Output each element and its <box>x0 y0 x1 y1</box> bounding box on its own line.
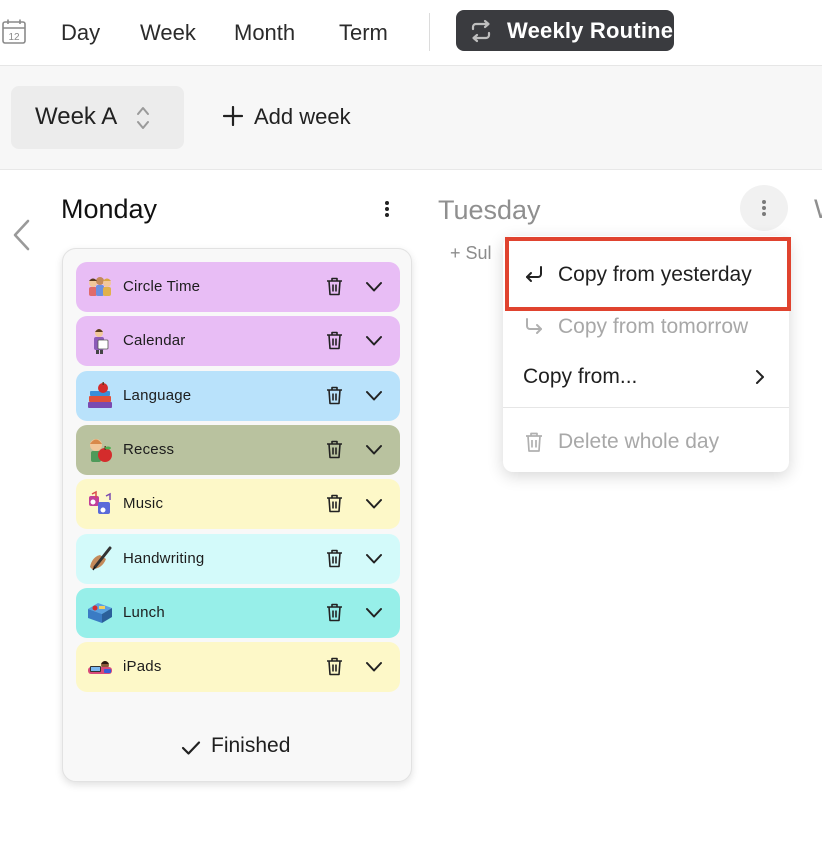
add-week-label: Add week <box>254 104 351 129</box>
week-toolbar: Week A Add week <box>0 66 822 170</box>
chevron-down-icon[interactable] <box>365 335 383 347</box>
up-down-chevron-icon <box>137 107 149 129</box>
subject-name: Circle Time <box>123 278 201 295</box>
copy-from-item[interactable]: Copy from... <box>503 354 789 400</box>
calendar-icon[interactable]: 12 <box>2 19 26 45</box>
children-group-icon <box>89 277 111 296</box>
teacher-calendar-icon <box>94 329 109 354</box>
copy-from-tomorrow-item[interactable]: Copy from tomorrow <box>503 304 789 350</box>
weekly-routine-button[interactable]: Weekly Routine <box>456 10 674 51</box>
copy-from-label: Copy from... <box>523 365 638 388</box>
chevron-down-icon[interactable] <box>365 607 383 619</box>
week-selector-label: Week A <box>35 103 118 130</box>
subject-row[interactable]: Handwriting <box>76 534 400 584</box>
trash-icon[interactable] <box>326 494 343 513</box>
chevron-down-icon[interactable] <box>365 281 383 293</box>
day-title-tuesday: Tuesday <box>438 195 541 225</box>
top-navigation: 12 Day Week Month Term Weekly Routine <box>0 0 822 66</box>
copy-from-yesterday-label: Copy from yesterday <box>558 263 752 286</box>
tuesday-more-menu-icon[interactable] <box>740 185 788 231</box>
checkmark-icon <box>181 741 201 755</box>
monday-subject-list: Circle Time Calendar Language Recess Mus… <box>62 248 412 782</box>
finished-label: Finished <box>211 734 291 757</box>
chevron-right-icon <box>756 370 764 384</box>
subject-name: Recess <box>123 441 175 458</box>
day-title-monday: Monday <box>61 194 158 224</box>
subject-name: Handwriting <box>123 550 205 567</box>
repeat-icon <box>471 19 491 43</box>
subject-name: Lunch <box>123 604 165 621</box>
music-notes-icon <box>89 490 111 514</box>
tab-month[interactable]: Month <box>234 19 295 47</box>
monday-more-menu-icon[interactable] <box>377 195 397 223</box>
trash-icon[interactable] <box>326 549 343 568</box>
day-options-menu: Copy from yesterday Copy from tomorrow C… <box>503 236 789 472</box>
subject-row[interactable]: Calendar <box>76 316 400 366</box>
return-arrow-icon <box>526 266 542 282</box>
subject-row[interactable]: Music <box>76 479 400 529</box>
chevron-down-icon[interactable] <box>365 661 383 673</box>
subject-name: Music <box>123 495 164 512</box>
plus-icon <box>223 106 243 126</box>
add-subject-button[interactable]: + Sul <box>450 243 505 264</box>
child-tablet-icon <box>88 661 112 674</box>
week-selector[interactable]: Week A <box>11 86 184 149</box>
forward-arrow-icon <box>526 318 542 334</box>
hand-pencil-icon <box>90 546 112 571</box>
subject-row[interactable]: Circle Time <box>76 262 400 312</box>
chevron-down-icon[interactable] <box>365 553 383 565</box>
trash-icon <box>526 432 542 452</box>
nav-divider <box>429 13 430 51</box>
trash-icon[interactable] <box>326 386 343 405</box>
chevron-down-icon[interactable] <box>365 444 383 456</box>
trash-icon[interactable] <box>326 603 343 622</box>
subject-row[interactable]: iPads <box>76 642 400 692</box>
trash-icon[interactable] <box>326 331 343 350</box>
books-apple-icon <box>88 382 112 408</box>
copy-from-yesterday-item[interactable]: Copy from yesterday <box>503 252 789 298</box>
chevron-down-icon[interactable] <box>365 390 383 402</box>
tab-term[interactable]: Term <box>339 19 388 47</box>
day-title-wednesday-partial: W <box>814 194 822 225</box>
lunchbox-icon <box>88 603 112 623</box>
menu-divider <box>503 407 789 408</box>
subject-name: iPads <box>123 658 162 675</box>
tab-week[interactable]: Week <box>140 19 196 47</box>
subject-row[interactable]: Language <box>76 371 400 421</box>
calendar-day-number: 12 <box>8 32 20 43</box>
subject-name: Language <box>123 387 192 404</box>
chevron-down-icon[interactable] <box>365 498 383 510</box>
weekly-routine-label: Weekly Routine <box>507 18 674 43</box>
tab-day[interactable]: Day <box>61 19 100 47</box>
child-apple-icon <box>90 439 112 462</box>
delete-whole-day-label: Delete whole day <box>558 430 720 453</box>
subject-name: Calendar <box>123 332 186 349</box>
trash-icon[interactable] <box>326 277 343 296</box>
subject-row[interactable]: Lunch <box>76 588 400 638</box>
trash-icon[interactable] <box>326 440 343 459</box>
copy-from-tomorrow-label: Copy from tomorrow <box>558 315 749 338</box>
subject-row[interactable]: Recess <box>76 425 400 475</box>
trash-icon[interactable] <box>326 657 343 676</box>
previous-chevron-icon[interactable] <box>8 218 36 252</box>
delete-whole-day-item[interactable]: Delete whole day <box>503 419 789 465</box>
